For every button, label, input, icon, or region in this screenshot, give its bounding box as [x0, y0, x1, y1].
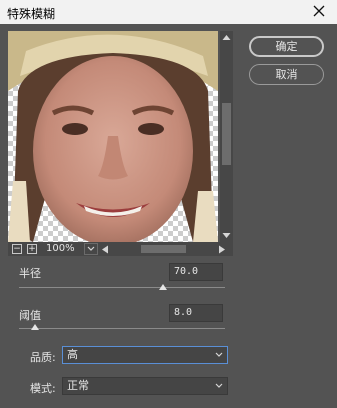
preview-image[interactable] [8, 31, 218, 242]
ok-button[interactable]: 确定 [249, 36, 324, 57]
vertical-scroll-thumb[interactable] [222, 103, 231, 165]
threshold-slider-thumb[interactable] [31, 324, 40, 330]
title-bar: 特殊模糊 [0, 0, 337, 24]
threshold-field[interactable]: 8.0 [169, 304, 223, 322]
quality-select[interactable]: 高 [62, 346, 228, 364]
quality-value: 高 [67, 348, 78, 361]
zoom-bar: − + 100% [8, 242, 233, 256]
scroll-up-icon[interactable] [222, 33, 231, 42]
scroll-left-icon[interactable] [101, 245, 109, 254]
chevron-down-icon [87, 246, 95, 251]
horizontal-scroll-thumb[interactable] [141, 245, 186, 253]
chevron-down-icon [215, 352, 223, 357]
zoom-level: 100% [46, 243, 75, 254]
threshold-label: 阈值 [19, 309, 41, 322]
mode-select[interactable]: 正常 [62, 377, 228, 395]
scroll-down-icon[interactable] [222, 231, 231, 240]
blurred-face-photo [8, 31, 218, 242]
radius-slider-track[interactable] [19, 287, 225, 288]
radius-field[interactable]: 70.0 [169, 263, 223, 281]
threshold-slider-track[interactable] [19, 328, 225, 329]
mode-label: 模式: [30, 382, 56, 395]
chevron-down-icon [215, 383, 223, 388]
radius-label: 半径 [19, 267, 41, 280]
quality-label: 品质: [30, 351, 56, 364]
mode-value: 正常 [67, 379, 89, 392]
scroll-right-icon[interactable] [218, 245, 226, 254]
zoom-in-icon[interactable]: + [27, 244, 37, 254]
zoom-dropdown[interactable] [84, 243, 98, 255]
dialog-title: 特殊模糊 [7, 7, 56, 21]
cancel-button[interactable]: 取消 [249, 64, 324, 85]
radius-slider-thumb[interactable] [159, 284, 168, 290]
close-icon[interactable] [310, 2, 328, 20]
preview-vertical-scrollbar[interactable] [220, 31, 233, 242]
zoom-out-icon[interactable]: − [12, 244, 22, 254]
